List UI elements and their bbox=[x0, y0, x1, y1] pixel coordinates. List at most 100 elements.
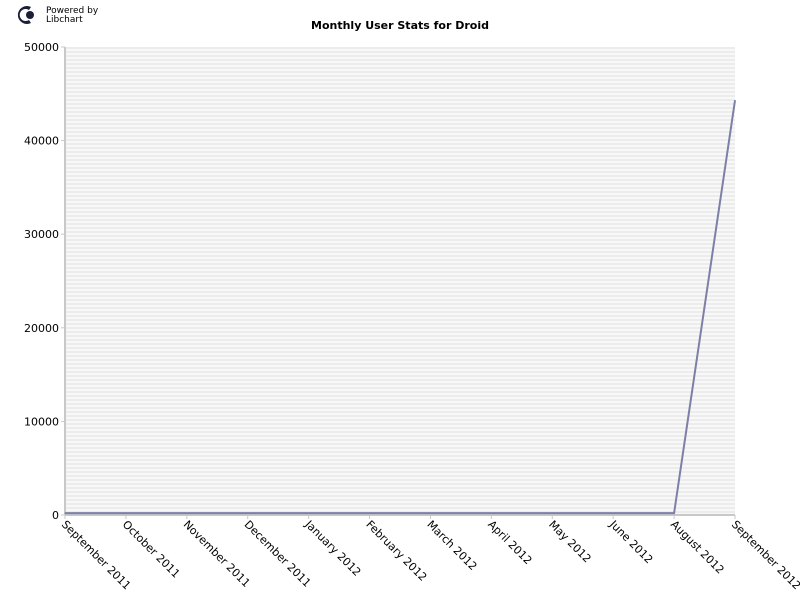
x-tick-label: May 2012 bbox=[546, 518, 594, 566]
grid-stripe bbox=[65, 411, 735, 413]
grid-stripe bbox=[65, 111, 735, 113]
grid-stripe bbox=[65, 447, 735, 449]
grid-stripe bbox=[65, 459, 735, 461]
grid-stripe bbox=[65, 251, 735, 253]
grid-stripe bbox=[65, 359, 735, 361]
x-tick-label: September 2012 bbox=[729, 518, 800, 592]
grid-stripe bbox=[65, 263, 735, 265]
grid-stripe bbox=[65, 243, 735, 245]
y-tick-label: 30000 bbox=[24, 228, 59, 241]
x-tick-label: January 2012 bbox=[302, 517, 364, 579]
y-tick-label: 50000 bbox=[24, 41, 59, 54]
grid-stripe bbox=[65, 399, 735, 401]
grid-stripe bbox=[65, 471, 735, 473]
grid-stripe bbox=[65, 287, 735, 289]
grid-stripe bbox=[65, 395, 735, 397]
data-point bbox=[247, 512, 249, 514]
grid-stripe bbox=[65, 387, 735, 389]
grid-stripe bbox=[65, 415, 735, 417]
grid-stripe bbox=[65, 235, 735, 237]
x-tick-label: March 2012 bbox=[424, 518, 479, 573]
grid-stripe bbox=[65, 75, 735, 77]
grid-stripe bbox=[65, 99, 735, 101]
grid-stripe bbox=[65, 343, 735, 345]
grid-stripe bbox=[65, 307, 735, 309]
grid-stripe bbox=[65, 483, 735, 485]
grid-stripe bbox=[65, 475, 735, 477]
grid-stripe bbox=[65, 291, 735, 293]
grid-stripe bbox=[65, 51, 735, 53]
grid-stripe bbox=[65, 231, 735, 233]
grid-stripe bbox=[65, 303, 735, 305]
grid-stripe bbox=[65, 171, 735, 173]
grid-stripe bbox=[65, 139, 735, 141]
data-point bbox=[673, 512, 675, 514]
data-point bbox=[612, 512, 614, 514]
y-axis-ticks: 0 10000 20000 30000 40000 50000 bbox=[24, 41, 65, 522]
grid-stripe bbox=[65, 147, 735, 149]
grid-stripe bbox=[65, 431, 735, 433]
grid-stripe bbox=[65, 195, 735, 197]
grid-stripe bbox=[65, 143, 735, 145]
grid-stripe bbox=[65, 331, 735, 333]
grid-stripe bbox=[65, 103, 735, 105]
grid-stripe bbox=[65, 487, 735, 489]
grid-stripe bbox=[65, 259, 735, 261]
grid-stripe bbox=[65, 347, 735, 349]
grid-stripe bbox=[65, 407, 735, 409]
grid-stripe bbox=[65, 455, 735, 457]
grid-stripe bbox=[65, 299, 735, 301]
grid-stripe bbox=[65, 383, 735, 385]
data-point bbox=[308, 512, 310, 514]
grid-stripe bbox=[65, 167, 735, 169]
grid-stripe bbox=[65, 327, 735, 329]
grid-stripe bbox=[65, 199, 735, 201]
grid-stripe bbox=[65, 191, 735, 193]
grid-stripe bbox=[65, 371, 735, 373]
y-tick-label: 20000 bbox=[24, 322, 59, 335]
grid-stripe bbox=[65, 67, 735, 69]
grid-stripe bbox=[65, 463, 735, 465]
grid-stripe bbox=[65, 495, 735, 497]
grid-stripe bbox=[65, 351, 735, 353]
grid-stripe bbox=[65, 95, 735, 97]
data-point bbox=[369, 512, 371, 514]
grid-stripe bbox=[65, 503, 735, 505]
line-chart: 0 10000 20000 30000 40000 50000 September 201… bbox=[24, 41, 800, 592]
grid-stripe bbox=[65, 127, 735, 129]
grid-stripe bbox=[65, 55, 735, 57]
data-point bbox=[734, 99, 736, 101]
grid-stripe bbox=[65, 131, 735, 133]
data-point bbox=[64, 512, 66, 514]
grid-stripe bbox=[65, 443, 735, 445]
grid-stripe bbox=[65, 119, 735, 121]
grid-stripe bbox=[65, 71, 735, 73]
grid-stripe bbox=[65, 47, 735, 49]
grid-stripe bbox=[65, 107, 735, 109]
data-point bbox=[429, 512, 431, 514]
grid-stripe bbox=[65, 179, 735, 181]
grid-stripe bbox=[65, 427, 735, 429]
grid-stripe bbox=[65, 123, 735, 125]
x-tick-label: August 2012 bbox=[668, 518, 727, 577]
grid-stripe bbox=[65, 275, 735, 277]
grid-stripe bbox=[65, 311, 735, 313]
grid-stripe bbox=[65, 419, 735, 421]
grid-stripe bbox=[65, 159, 735, 161]
grid-stripe bbox=[65, 295, 735, 297]
data-point bbox=[125, 512, 127, 514]
x-tick-label: February 2012 bbox=[363, 518, 429, 584]
x-tick-label: April 2012 bbox=[485, 518, 534, 567]
grid-stripe bbox=[65, 267, 735, 269]
grid-stripe bbox=[65, 239, 735, 241]
grid-stripe bbox=[65, 183, 735, 185]
grid-stripe bbox=[65, 379, 735, 381]
grid-stripe bbox=[65, 211, 735, 213]
grid-stripe bbox=[65, 63, 735, 65]
grid-stripe bbox=[65, 491, 735, 493]
x-tick-label: June 2012 bbox=[606, 517, 655, 566]
grid-stripe bbox=[65, 223, 735, 225]
y-tick-label: 10000 bbox=[24, 415, 59, 428]
grid-stripe bbox=[65, 479, 735, 481]
grid-stripe bbox=[65, 271, 735, 273]
